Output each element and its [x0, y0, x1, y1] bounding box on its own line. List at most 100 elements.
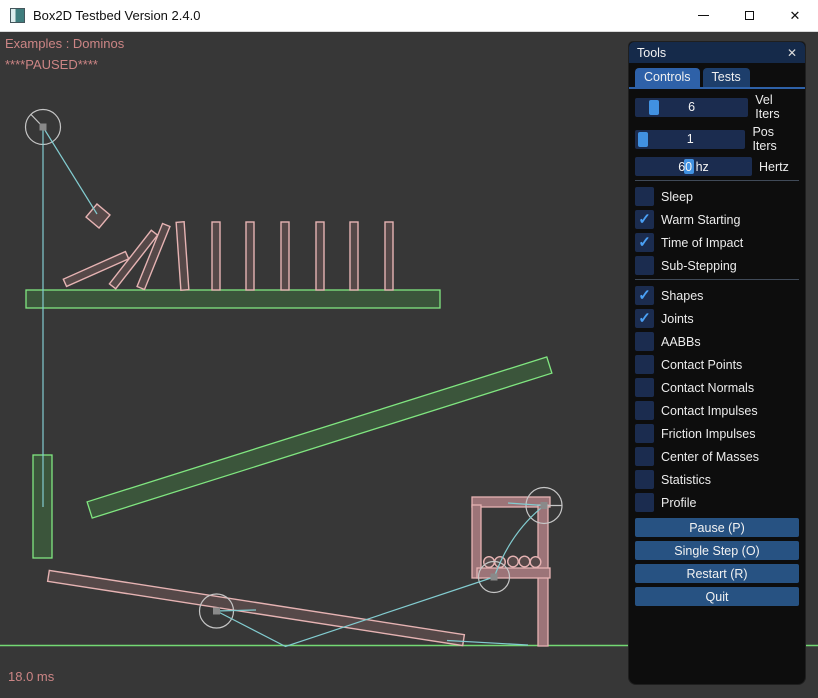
slider-vel-iters[interactable]: 6 [635, 98, 748, 117]
checkbox-label: Center of Masses [661, 450, 759, 464]
domino[interactable] [316, 222, 324, 290]
close-button[interactable]: ✕ [772, 0, 818, 31]
pendulum-bob[interactable] [86, 204, 110, 228]
joint-pendulum-rope [43, 127, 97, 214]
checkbox-group-draw: ✓ Shapes ✓Joints AABBs Contact Points Contact… [635, 286, 799, 512]
tab-tests[interactable]: Tests [703, 68, 750, 87]
domino[interactable] [246, 222, 254, 290]
panel-close-icon[interactable]: ✕ [787, 46, 797, 60]
check-icon: ✓ [638, 288, 651, 303]
diagonal-ramp [87, 357, 552, 518]
slider-label: Vel Iters [755, 93, 799, 121]
checkbox-box[interactable] [635, 493, 654, 512]
checkbox-box[interactable]: ✓ [635, 210, 654, 229]
ball[interactable] [508, 556, 519, 567]
checkbox-contact-impulses[interactable]: Contact Impulses [635, 401, 799, 420]
checkbox-warm-starting[interactable]: ✓ Warm Starting [635, 210, 799, 229]
checkbox-contact-normals[interactable]: Contact Normals [635, 378, 799, 397]
checkbox-shapes[interactable]: ✓ Shapes [635, 286, 799, 305]
app-icon [10, 8, 25, 23]
checkbox-friction-impulses[interactable]: Friction Impulses [635, 424, 799, 443]
slider-hertz[interactable]: 60 hz [635, 157, 752, 176]
maximize-icon [745, 11, 754, 20]
checkbox-profile[interactable]: Profile [635, 493, 799, 512]
checkbox-label: AABBs [661, 335, 701, 349]
checkbox-label: Contact Normals [661, 381, 754, 395]
paused-status: ****PAUSED**** [5, 57, 98, 72]
checkbox-label: Statistics [661, 473, 711, 487]
check-icon: ✓ [638, 235, 651, 250]
slider-value: 1 [635, 130, 745, 149]
check-icon: ✓ [638, 311, 651, 326]
slider-row-vel-iters: 6 Vel Iters [635, 93, 799, 121]
top-platform [26, 290, 440, 308]
checkbox-box[interactable] [635, 401, 654, 420]
checkbox-group-simulation: Sleep ✓ Warm Starting ✓Time of Impact Sub-St… [635, 187, 799, 275]
checkbox-label: Contact Points [661, 358, 742, 372]
title-bar: Box2D Testbed Version 2.4.0 ✕ [0, 0, 818, 32]
slider-pos-iters[interactable]: 1 [635, 130, 745, 149]
checkbox-contact-points[interactable]: Contact Points [635, 355, 799, 374]
checkbox-sub-stepping[interactable]: Sub-Stepping [635, 256, 799, 275]
button-single-step-o[interactable]: Single Step (O) [635, 541, 799, 560]
button-quit[interactable]: Quit [635, 587, 799, 606]
slider-row-hertz: 60 hz Hertz [635, 157, 799, 176]
domino[interactable] [385, 222, 393, 290]
button-restart-r[interactable]: Restart (R) [635, 564, 799, 583]
maximize-button[interactable] [726, 0, 772, 31]
checkbox-box[interactable] [635, 355, 654, 374]
checkbox-label: Warm Starting [661, 213, 740, 227]
checkbox-box[interactable] [635, 447, 654, 466]
joint-anchors [40, 124, 548, 615]
checkbox-label: Shapes [661, 289, 703, 303]
checkbox-box[interactable]: ✓ [635, 286, 654, 305]
checkbox-joints[interactable]: ✓Joints [635, 309, 799, 328]
checkbox-box[interactable] [635, 424, 654, 443]
slider-value: 6 [635, 98, 748, 117]
tools-panel-header[interactable]: Tools ✕ [629, 42, 805, 63]
button-pause-p[interactable]: Pause (P) [635, 518, 799, 537]
checkbox-box[interactable] [635, 378, 654, 397]
falling-dominoes[interactable] [63, 222, 189, 290]
tab-bar: ControlsTests [629, 63, 805, 87]
slider-label: Hertz [759, 160, 789, 174]
panel-content: 6 Vel Iters 1Pos Iters 60 hz Hertz Sleep ✓ War… [629, 89, 805, 606]
checkbox-sleep[interactable]: Sleep [635, 187, 799, 206]
checkbox-box[interactable]: ✓ [635, 309, 654, 328]
checkbox-box[interactable] [635, 256, 654, 275]
checkbox-statistics[interactable]: Statistics [635, 470, 799, 489]
checkbox-center-of-masses[interactable]: Center of Masses [635, 447, 799, 466]
checkbox-label: Sub-Stepping [661, 259, 737, 273]
separator [635, 180, 799, 181]
checkbox-label: Profile [661, 496, 696, 510]
checkbox-aabbs[interactable]: AABBs [635, 332, 799, 351]
close-icon: ✕ [790, 9, 801, 22]
ball[interactable] [519, 556, 530, 567]
slider-row-pos-iters: 1Pos Iters [635, 125, 799, 153]
checkbox-box[interactable]: ✓ [635, 233, 654, 252]
slider-group: 6 Vel Iters 1Pos Iters 60 hz Hertz [635, 93, 799, 176]
tools-panel-title: Tools [637, 46, 787, 60]
frame-structure [472, 497, 550, 646]
box2d-testbed-window: { "window": { "title": "Box2D Testbed Ve… [0, 0, 818, 698]
checkbox-box[interactable] [635, 187, 654, 206]
ball[interactable] [530, 557, 541, 568]
checkbox-box[interactable] [635, 470, 654, 489]
checkbox-box[interactable] [635, 332, 654, 351]
window-title: Box2D Testbed Version 2.4.0 [33, 8, 200, 23]
domino[interactable] [350, 222, 358, 290]
checkbox-label: Friction Impulses [661, 427, 755, 441]
slider-value: 60 hz [635, 157, 752, 176]
tab-controls[interactable]: Controls [635, 68, 700, 87]
domino[interactable] [281, 222, 289, 290]
standing-dominoes[interactable] [212, 222, 393, 290]
tools-panel: Tools ✕ ControlsTests 6 Vel Iters 1Pos Ite… [628, 41, 806, 685]
domino-leaning[interactable] [176, 222, 189, 290]
checkbox-label: Contact Impulses [661, 404, 758, 418]
domino[interactable] [212, 222, 220, 290]
checkbox-time-of-impact[interactable]: ✓Time of Impact [635, 233, 799, 252]
checkbox-label: Sleep [661, 190, 693, 204]
example-title: Examples : Dominos [5, 36, 124, 51]
minimize-button[interactable] [680, 0, 726, 31]
frame-left-post [472, 505, 481, 578]
